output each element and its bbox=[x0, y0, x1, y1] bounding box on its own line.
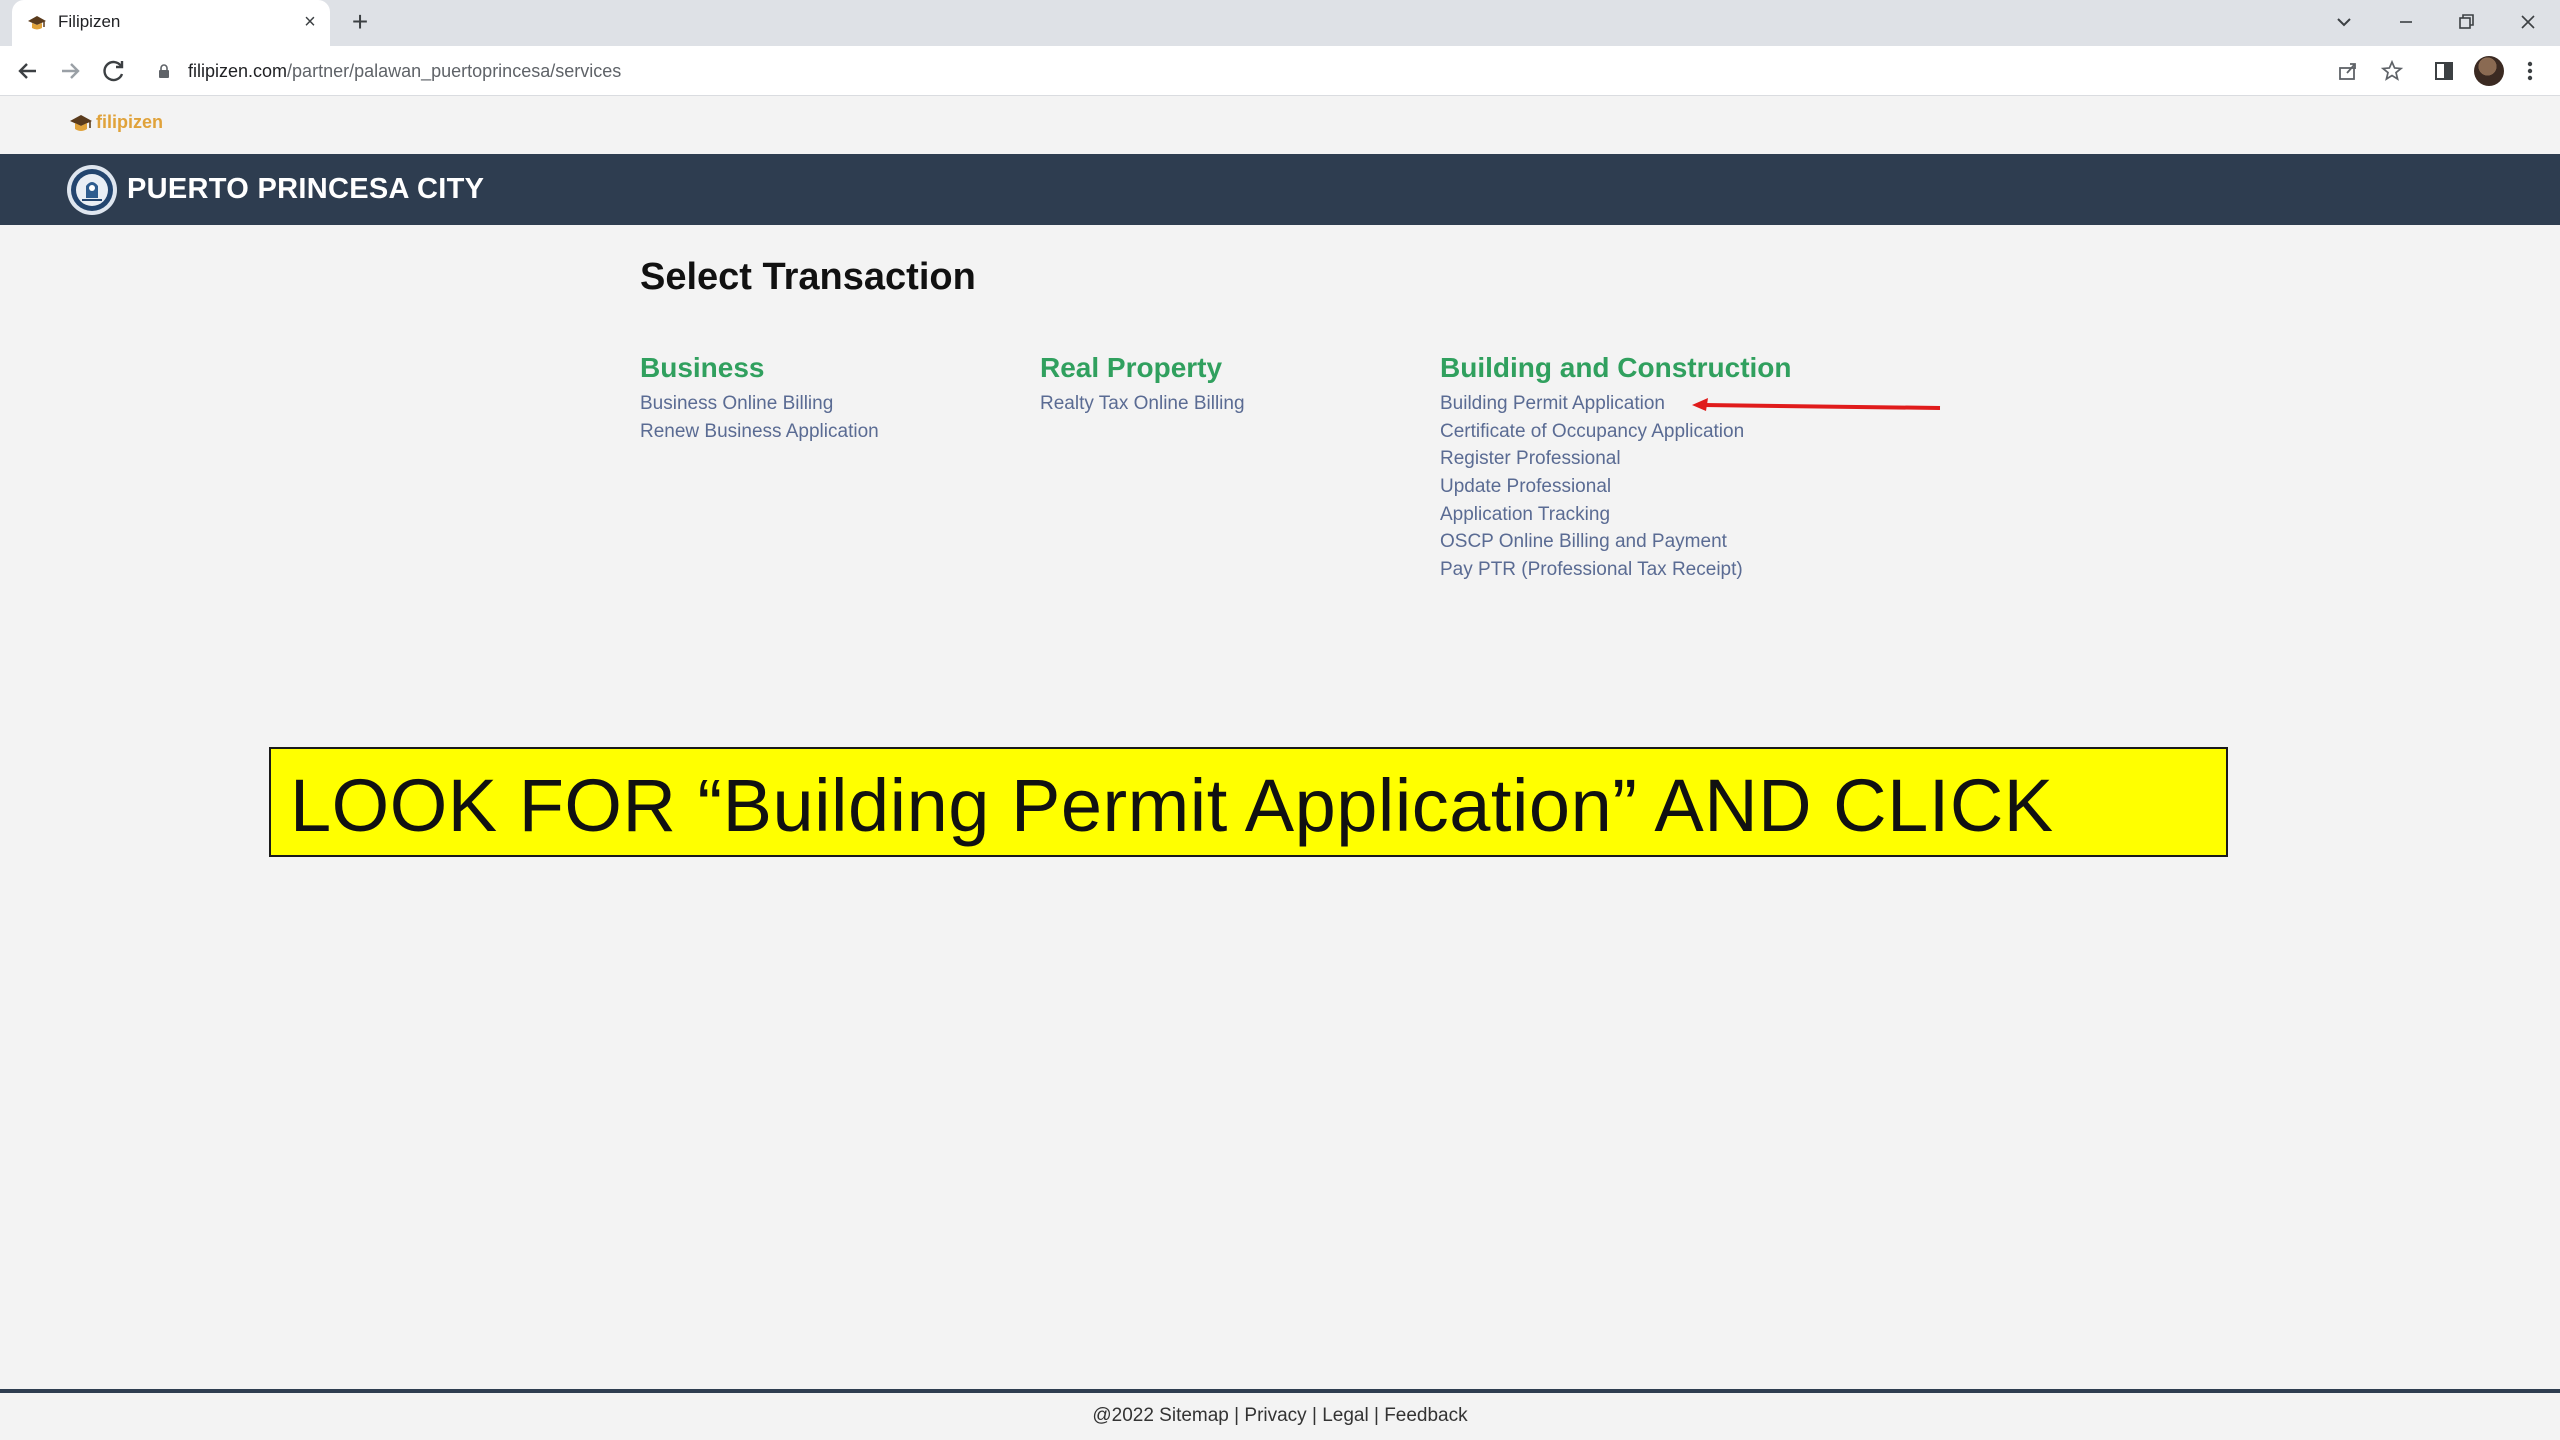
instruction-callout: LOOK FOR “Building Permit Application” A… bbox=[269, 747, 2228, 857]
real-property-links: Realty Tax Online Billing bbox=[1040, 392, 1440, 420]
footer-separator: | bbox=[1311, 1405, 1317, 1426]
annotation-arrow-icon bbox=[1692, 398, 1941, 411]
brand-bar: filipizen bbox=[0, 96, 2560, 154]
back-icon[interactable] bbox=[12, 55, 44, 87]
footer-links: @2022 Sitemap | Privacy | Legal | Feedba… bbox=[0, 1405, 2560, 1427]
link-business-online-billing[interactable]: Business Online Billing bbox=[640, 393, 833, 414]
forward-icon[interactable] bbox=[54, 55, 86, 87]
url-path: /partner/palawan_puertoprincesa/services bbox=[287, 61, 622, 81]
business-heading: Business bbox=[640, 352, 765, 383]
link-oscp-online-billing-and-payment[interactable]: OSCP Online Billing and Payment bbox=[1440, 531, 1727, 552]
footer-sitemap-link[interactable]: @2022 Sitemap bbox=[1092, 1405, 1229, 1426]
footer-feedback-link[interactable]: Feedback bbox=[1384, 1405, 1467, 1426]
reload-icon[interactable] bbox=[98, 55, 130, 87]
browser-tabstrip: Filipizen × + bbox=[0, 0, 2560, 46]
footer-separator: | bbox=[1234, 1405, 1240, 1426]
link-building-permit-application[interactable]: Building Permit Application bbox=[1440, 393, 1665, 414]
city-seal-icon[interactable] bbox=[66, 164, 118, 216]
url-host: filipizen.com bbox=[188, 61, 288, 81]
brand-name[interactable]: filipizen bbox=[96, 112, 163, 133]
tab-search-chevron-icon[interactable] bbox=[2324, 4, 2364, 40]
footer: @2022 Sitemap | Privacy | Legal | Feedba… bbox=[0, 1389, 2560, 1440]
instruction-text: LOOK FOR “Building Permit Application” A… bbox=[290, 764, 2054, 847]
business-links: Business Online Billing Renew Business A… bbox=[640, 392, 1040, 447]
filipizen-favicon-icon bbox=[28, 16, 46, 30]
bookmark-star-icon[interactable] bbox=[2380, 59, 2404, 83]
close-window-icon[interactable] bbox=[2508, 4, 2548, 40]
business-column: Business Business Online Billing Renew B… bbox=[640, 350, 1040, 447]
url-text[interactable]: filipizen.com/partner/palawan_puertoprin… bbox=[188, 61, 621, 82]
link-pay-ptr[interactable]: Pay PTR (Professional Tax Receipt) bbox=[1440, 559, 1743, 580]
link-realty-tax-online-billing[interactable]: Realty Tax Online Billing bbox=[1040, 393, 1245, 414]
footer-legal-link[interactable]: Legal bbox=[1322, 1405, 1369, 1426]
browser-tab[interactable]: Filipizen × bbox=[12, 0, 330, 46]
footer-privacy-link[interactable]: Privacy bbox=[1244, 1405, 1306, 1426]
real-property-heading: Real Property bbox=[1040, 352, 1223, 383]
side-panel-icon[interactable] bbox=[2432, 59, 2456, 83]
browser-toolbar: filipizen.com/partner/palawan_puertoprin… bbox=[0, 46, 2560, 96]
link-renew-business-application[interactable]: Renew Business Application bbox=[640, 421, 879, 442]
link-update-professional[interactable]: Update Professional bbox=[1440, 476, 1611, 497]
footer-separator: | bbox=[1373, 1405, 1379, 1426]
link-application-tracking[interactable]: Application Tracking bbox=[1440, 504, 1610, 525]
tab-title: Filipizen bbox=[58, 12, 121, 31]
address-bar[interactable]: filipizen.com/partner/palawan_puertoprin… bbox=[144, 52, 2344, 90]
page-title: Select Transaction bbox=[640, 256, 976, 298]
building-construction-column: Building and Construction Building Permi… bbox=[1440, 350, 1860, 586]
link-certificate-of-occupancy-application[interactable]: Certificate of Occupancy Application bbox=[1440, 421, 1744, 442]
city-name[interactable]: PUERTO PRINCESA CITY bbox=[127, 173, 484, 206]
building-construction-links: Building Permit Application Certificate … bbox=[1440, 392, 1860, 586]
browser-menu-icon[interactable] bbox=[2520, 56, 2540, 86]
restore-icon[interactable] bbox=[2446, 4, 2486, 40]
new-tab-icon[interactable]: + bbox=[346, 8, 374, 36]
lock-icon bbox=[159, 64, 169, 78]
filipizen-logo-icon[interactable] bbox=[68, 110, 94, 136]
share-icon[interactable] bbox=[2336, 59, 2360, 83]
building-construction-heading: Building and Construction bbox=[1440, 352, 1792, 383]
minimize-icon[interactable] bbox=[2386, 4, 2426, 40]
city-header: PUERTO PRINCESA CITY bbox=[0, 154, 2560, 225]
profile-avatar[interactable] bbox=[2474, 56, 2504, 86]
tab-close-icon[interactable]: × bbox=[298, 10, 322, 34]
real-property-column: Real Property Realty Tax Online Billing bbox=[1040, 350, 1440, 420]
link-register-professional[interactable]: Register Professional bbox=[1440, 448, 1621, 469]
